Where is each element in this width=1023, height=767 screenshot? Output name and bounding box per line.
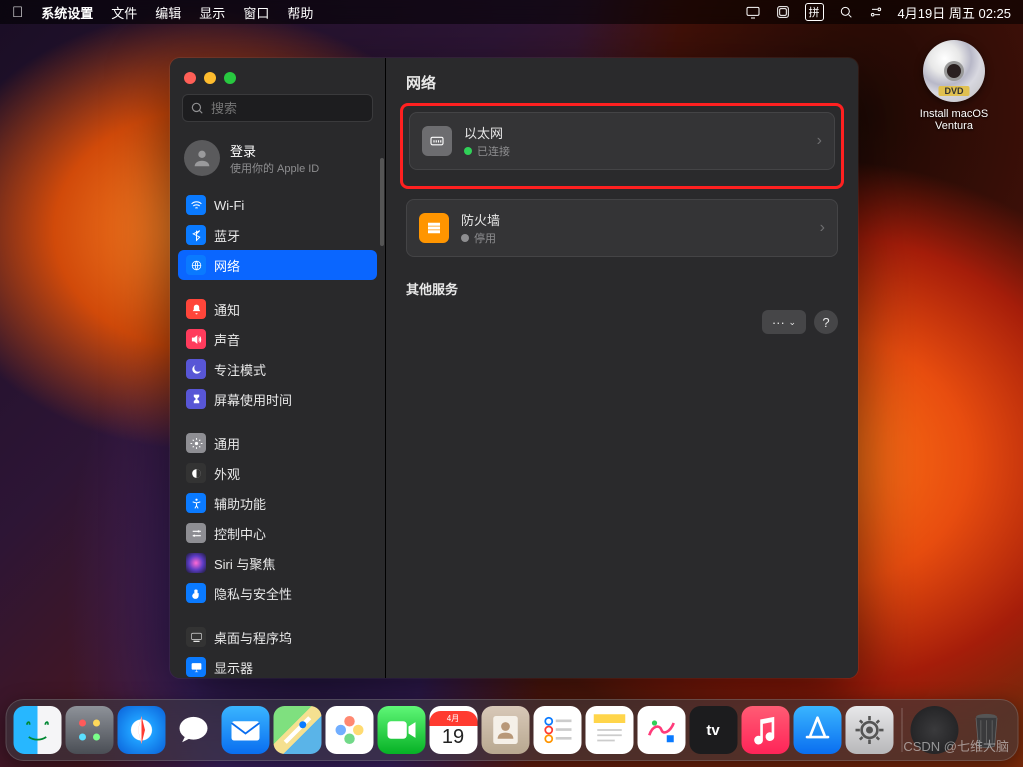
chevron-right-icon: › bbox=[820, 219, 825, 237]
app-name[interactable]: 系统设置 bbox=[41, 3, 93, 22]
window-controls bbox=[170, 58, 385, 94]
ethernet-icon bbox=[422, 126, 452, 156]
firewall-icon bbox=[419, 213, 449, 243]
sidebar-item-general[interactable]: 通用 bbox=[178, 428, 377, 458]
dock-mail[interactable] bbox=[221, 706, 269, 754]
display-icon bbox=[186, 657, 206, 677]
wifi-icon bbox=[186, 195, 206, 215]
sidebar-item-sound[interactable]: 声音 bbox=[178, 324, 377, 354]
status-dot-green bbox=[464, 147, 472, 155]
watermark: CSDN @七维大脑 bbox=[903, 736, 1009, 755]
network-row-firewall[interactable]: 防火墙 停用 › bbox=[407, 200, 837, 256]
hand-icon bbox=[186, 583, 206, 603]
spotlight-icon[interactable] bbox=[838, 4, 854, 20]
dock-launchpad[interactable] bbox=[65, 706, 113, 754]
dock-icon bbox=[186, 627, 206, 647]
menu-view[interactable]: 显示 bbox=[199, 3, 225, 22]
bell-icon bbox=[186, 299, 206, 319]
search-icon bbox=[190, 101, 204, 115]
dock-settings[interactable] bbox=[845, 706, 893, 754]
desktop-icon-install-macos[interactable]: DVD Install macOS Ventura bbox=[909, 40, 999, 132]
dock-photos[interactable] bbox=[325, 706, 373, 754]
dock-maps[interactable] bbox=[273, 706, 321, 754]
account-title: 登录 bbox=[230, 141, 319, 160]
dock-messages[interactable] bbox=[169, 706, 217, 754]
network-row-ethernet[interactable]: 以太网 已连接 › bbox=[410, 113, 834, 169]
system-settings-window: 登录 使用你的 Apple ID Wi-Fi 蓝牙 网络 通知 声音 专注模式 … bbox=[170, 58, 858, 678]
sidebar-item-controlcenter[interactable]: 控制中心 bbox=[178, 518, 377, 548]
sidebar-item-appearance[interactable]: 外观 bbox=[178, 458, 377, 488]
hourglass-icon bbox=[186, 389, 206, 409]
page-title: 网络 bbox=[406, 72, 838, 93]
more-actions-button[interactable]: ··· ⌄ bbox=[762, 310, 806, 334]
dock-tv[interactable]: tv bbox=[689, 706, 737, 754]
sidebar-item-siri[interactable]: Siri 与聚焦 bbox=[178, 548, 377, 578]
dock-finder[interactable] bbox=[13, 706, 61, 754]
ethernet-label: 以太网 bbox=[464, 123, 805, 142]
bluetooth-icon bbox=[186, 225, 206, 245]
sidebar-item-notifications[interactable]: 通知 bbox=[178, 294, 377, 324]
menubar-datetime[interactable]: 4月19日 周五 02:25 bbox=[898, 3, 1011, 22]
menu-file[interactable]: 文件 bbox=[111, 3, 137, 22]
sidebar-item-displays[interactable]: 显示器 bbox=[178, 652, 377, 678]
moon-icon bbox=[186, 359, 206, 379]
desktop-icon-label: Install macOS Ventura bbox=[909, 108, 999, 132]
dock-freeform[interactable] bbox=[637, 706, 685, 754]
sidebar-item-accessibility[interactable]: 辅助功能 bbox=[178, 488, 377, 518]
dock-calendar[interactable]: 4月19 bbox=[429, 706, 477, 754]
sidebar-item-screentime[interactable]: 屏幕使用时间 bbox=[178, 384, 377, 414]
settings-content: 网络 以太网 已连接 › 防火墙 停用 bbox=[386, 58, 858, 678]
avatar-icon bbox=[184, 140, 220, 176]
menu-window[interactable]: 窗口 bbox=[243, 3, 269, 22]
input-method-indicator[interactable]: 拼 bbox=[805, 3, 824, 21]
menu-bar:  系统设置 文件 编辑 显示 窗口 帮助 拼 4月19日 周五 02:25 bbox=[0, 0, 1023, 24]
firewall-label: 防火墙 bbox=[461, 210, 808, 229]
minimize-button[interactable] bbox=[204, 72, 216, 84]
dock-appstore[interactable] bbox=[793, 706, 841, 754]
chevron-right-icon: › bbox=[817, 132, 822, 150]
dock: 4月19 tv bbox=[5, 699, 1018, 761]
sidebar-item-privacy[interactable]: 隐私与安全性 bbox=[178, 578, 377, 608]
stage-manager-icon[interactable] bbox=[775, 4, 791, 20]
highlight-annotation: 以太网 已连接 › bbox=[400, 103, 844, 189]
control-center-icon[interactable] bbox=[868, 4, 884, 20]
close-button[interactable] bbox=[184, 72, 196, 84]
sidebar-item-network[interactable]: 网络 bbox=[178, 250, 377, 280]
menu-help[interactable]: 帮助 bbox=[287, 3, 313, 22]
screen-mirroring-icon[interactable] bbox=[745, 4, 761, 20]
sidebar-scrollbar[interactable] bbox=[380, 158, 384, 246]
sliders-icon bbox=[186, 523, 206, 543]
help-button[interactable]: ? bbox=[814, 310, 838, 334]
gear-icon bbox=[186, 433, 206, 453]
dock-contacts[interactable] bbox=[481, 706, 529, 754]
sidebar-item-wifi[interactable]: Wi-Fi bbox=[178, 190, 377, 220]
other-services-label: 其他服务 bbox=[406, 279, 838, 298]
network-icon bbox=[186, 255, 206, 275]
firewall-status: 停用 bbox=[474, 230, 496, 246]
dock-music[interactable] bbox=[741, 706, 789, 754]
dock-separator bbox=[901, 708, 902, 752]
siri-icon bbox=[186, 553, 206, 573]
accessibility-icon bbox=[186, 493, 206, 513]
dock-safari[interactable] bbox=[117, 706, 165, 754]
dvd-icon: DVD bbox=[923, 40, 985, 102]
search-input[interactable] bbox=[182, 94, 373, 122]
dock-facetime[interactable] bbox=[377, 706, 425, 754]
sidebar-item-focus[interactable]: 专注模式 bbox=[178, 354, 377, 384]
status-dot-gray bbox=[461, 234, 469, 242]
apple-id-account[interactable]: 登录 使用你的 Apple ID bbox=[170, 132, 385, 190]
search-field-wrap bbox=[182, 94, 373, 122]
settings-sidebar: 登录 使用你的 Apple ID Wi-Fi 蓝牙 网络 通知 声音 专注模式 … bbox=[170, 58, 386, 678]
appearance-icon bbox=[186, 463, 206, 483]
sidebar-item-desktop-dock[interactable]: 桌面与程序坞 bbox=[178, 622, 377, 652]
speaker-icon bbox=[186, 329, 206, 349]
apple-menu-icon[interactable]:  bbox=[12, 4, 23, 21]
menu-edit[interactable]: 编辑 bbox=[155, 3, 181, 22]
sidebar-item-bluetooth[interactable]: 蓝牙 bbox=[178, 220, 377, 250]
ethernet-status: 已连接 bbox=[477, 143, 510, 159]
account-subtitle: 使用你的 Apple ID bbox=[230, 160, 319, 176]
dock-reminders[interactable] bbox=[533, 706, 581, 754]
zoom-button[interactable] bbox=[224, 72, 236, 84]
dock-notes[interactable] bbox=[585, 706, 633, 754]
